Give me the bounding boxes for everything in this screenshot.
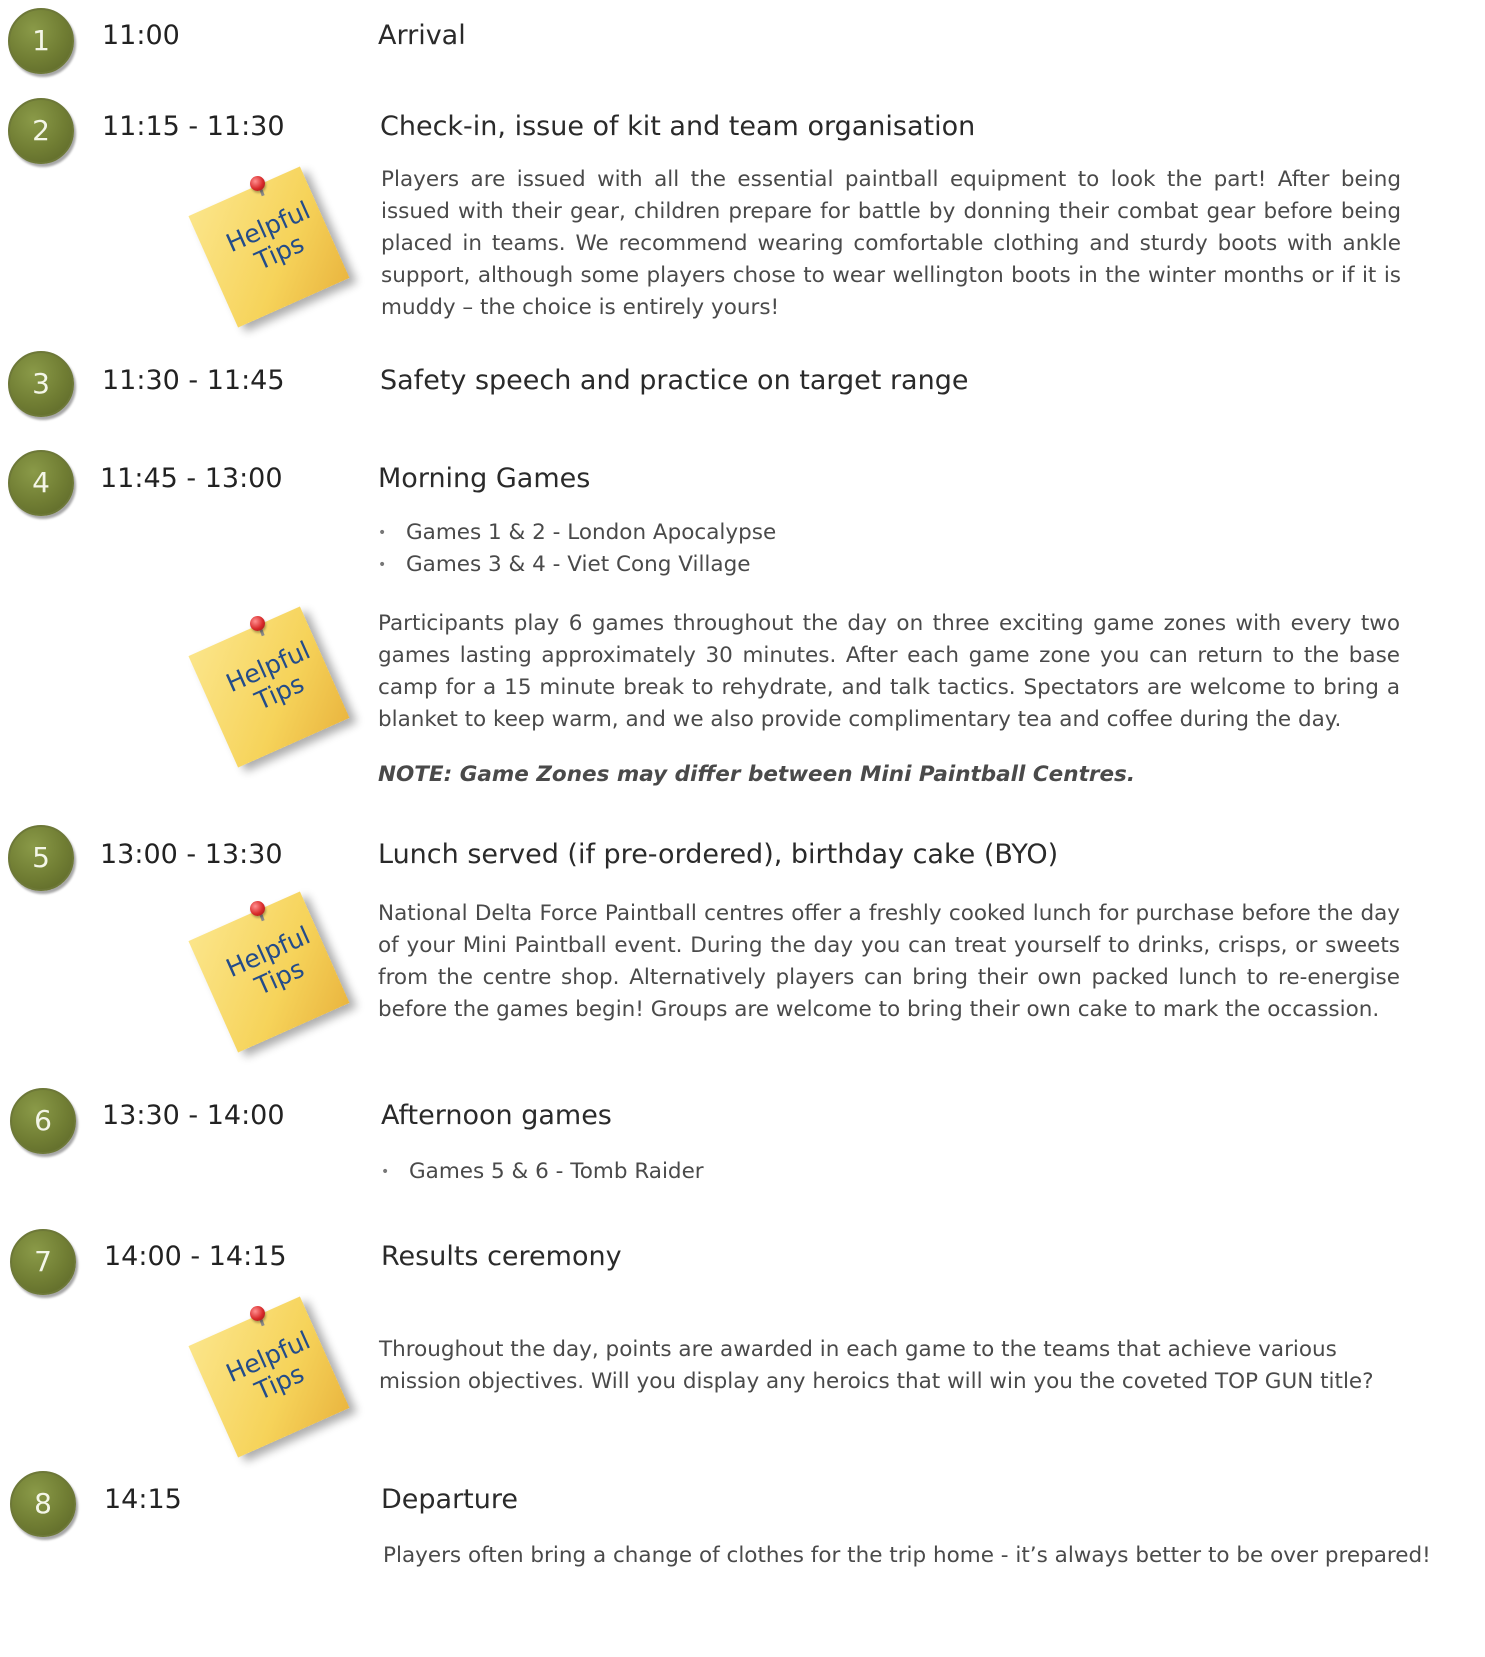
red-pushpin-icon (250, 901, 265, 916)
step-time: 11:45 - 13:00 (100, 463, 283, 494)
list-item: • Games 1 & 2 - London Apocalypse (378, 520, 777, 545)
step-title: Afternoon games (381, 1100, 612, 1131)
step-title: Results ceremony (381, 1241, 622, 1272)
step-number-badge: 6 (10, 1088, 76, 1154)
step-title: Lunch served (if pre-ordered), birthday … (378, 839, 1059, 870)
helpful-tips-note: Helpful Tips (188, 160, 360, 330)
step-title: Safety speech and practice on target ran… (380, 365, 969, 396)
helpful-tips-note: Helpful Tips (188, 1290, 360, 1460)
step-description: Players often bring a change of clothes … (383, 1543, 1431, 1568)
step-number-badge: 4 (8, 450, 74, 516)
red-pushpin-icon (250, 616, 265, 631)
step-title: Arrival (378, 20, 466, 51)
step-time: 11:30 - 11:45 (102, 365, 285, 396)
red-pushpin-icon (250, 1306, 265, 1321)
step-description: Players are issued with all the essentia… (381, 167, 1401, 320)
step-time: 13:30 - 14:00 (102, 1100, 285, 1131)
step-time: 11:00 (102, 20, 180, 51)
step-title: Departure (381, 1484, 519, 1515)
games-list: • Games 1 & 2 - London Apocalypse • Games … (378, 517, 776, 581)
games-list: • Games 5 & 6 - Tomb Raider (381, 1156, 704, 1188)
step-title: Morning Games (378, 463, 591, 494)
step-title: Check-in, issue of kit and team organisa… (380, 111, 976, 142)
step-description: National Delta Force Paintball centres o… (378, 901, 1400, 1022)
step-note: NOTE: Game Zones may differ between Mini… (378, 762, 1135, 787)
helpful-tips-note: Helpful Tips (188, 600, 360, 770)
step-time: 13:00 - 13:30 (100, 839, 283, 870)
step-number-badge: 8 (10, 1471, 76, 1537)
step-number-badge: 7 (10, 1229, 76, 1295)
helpful-tips-note: Helpful Tips (188, 885, 360, 1055)
red-pushpin-icon (250, 176, 265, 191)
step-number-badge: 2 (8, 98, 74, 164)
step-time: 14:00 - 14:15 (104, 1241, 287, 1272)
step-description: Throughout the day, points are awarded i… (379, 1337, 1374, 1394)
step-time: 11:15 - 11:30 (102, 111, 285, 142)
step-description: Participants play 6 games throughout the… (378, 611, 1400, 732)
step-number-badge: 3 (8, 351, 74, 417)
step-number-badge: 1 (8, 8, 74, 74)
list-item: • Games 3 & 4 - Viet Cong Village (378, 552, 751, 577)
list-item: • Games 5 & 6 - Tomb Raider (381, 1159, 704, 1184)
step-time: 14:15 (104, 1484, 182, 1515)
step-number-badge: 5 (8, 825, 74, 891)
